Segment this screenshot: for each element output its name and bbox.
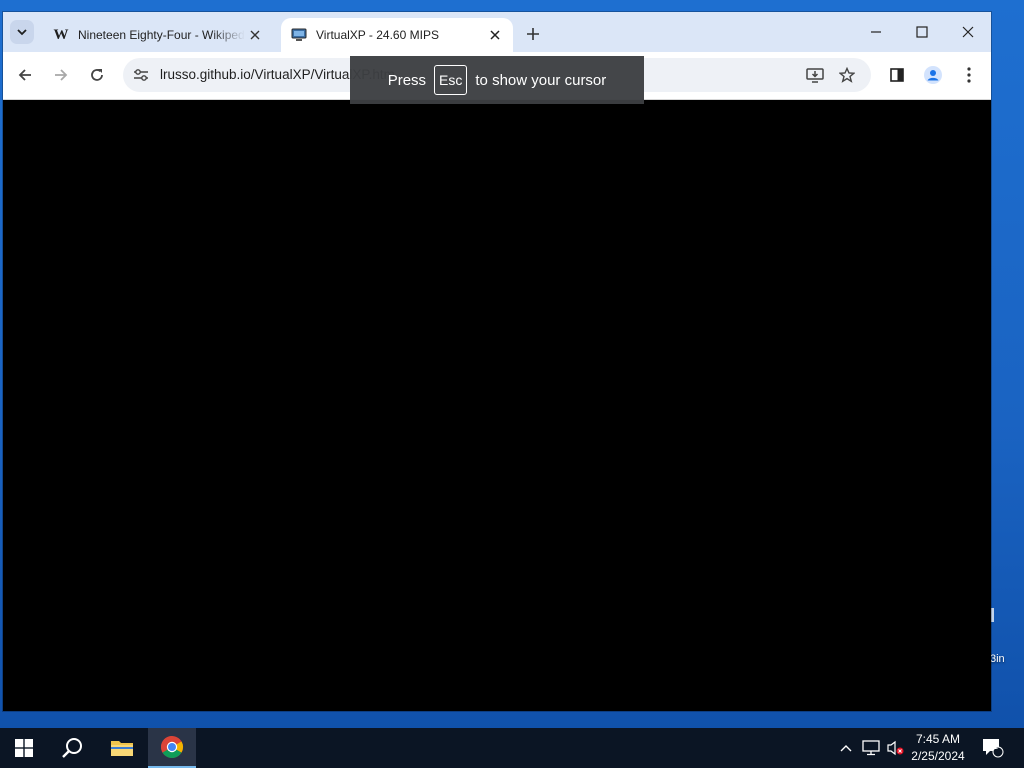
chevron-up-icon — [840, 745, 852, 752]
side-panel-button[interactable] — [883, 61, 911, 89]
show-hidden-icons-button[interactable] — [836, 728, 856, 768]
tab-search-button[interactable] — [10, 20, 34, 44]
arrow-right-icon — [55, 69, 68, 81]
file-explorer-button[interactable] — [98, 728, 146, 768]
kebab-menu-icon — [967, 67, 971, 83]
windows-start-icon — [15, 739, 33, 757]
reload-button[interactable] — [83, 61, 111, 89]
notification-count: 1 — [993, 741, 999, 751]
maximize-button[interactable] — [899, 12, 945, 52]
taskbar: 7:45 AM 2/25/2024 1 — [0, 728, 1024, 768]
arrow-left-icon — [18, 69, 31, 81]
tab-virtualxp[interactable]: VirtualXP - 24.60 MIPS — [281, 18, 513, 52]
side-panel-icon — [890, 68, 904, 82]
close-window-button[interactable] — [945, 12, 991, 52]
folder-icon — [111, 741, 133, 756]
esc-key-badge: Esc — [434, 65, 468, 95]
chrome-taskbar-button[interactable] — [148, 728, 196, 768]
network-button[interactable] — [860, 728, 882, 768]
tab-title: Nineteen Eighty-Four - Wikipedia — [78, 28, 245, 42]
minimize-button[interactable] — [853, 12, 899, 52]
tab-title: VirtualXP - 24.60 MIPS — [316, 28, 439, 42]
notice-suffix: to show your cursor — [475, 71, 607, 89]
maximize-icon — [916, 26, 928, 38]
new-tab-button[interactable] — [521, 22, 545, 46]
search-icon — [62, 738, 82, 758]
notice-prefix: Press — [387, 71, 427, 89]
clock-date: 2/25/2024 — [911, 749, 965, 763]
close-icon[interactable] — [245, 25, 265, 45]
recycle-bin-label[interactable]: 3in — [990, 653, 1005, 665]
close-icon[interactable] — [485, 25, 505, 45]
reload-icon — [91, 69, 103, 81]
plus-icon — [527, 28, 539, 40]
network-icon — [862, 740, 880, 756]
tab-wikipedia[interactable]: W Nineteen Eighty-Four - Wikipedia — [43, 18, 273, 52]
chevron-down-icon — [17, 29, 27, 36]
tab-strip: W Nineteen Eighty-Four - Wikipedia Virtu… — [3, 12, 991, 52]
site-info-icon[interactable] — [131, 65, 151, 85]
emulator-canvas[interactable] — [3, 100, 991, 711]
install-icon — [806, 68, 824, 83]
monitor-icon — [291, 27, 307, 43]
close-icon — [962, 26, 974, 38]
volume-muted-icon — [887, 740, 904, 756]
action-center-button[interactable]: 1 — [978, 728, 1008, 768]
bookmark-button[interactable] — [833, 61, 861, 89]
avatar-icon — [924, 66, 942, 84]
system-clock[interactable]: 7:45 AM 2/25/2024 — [906, 731, 970, 765]
start-button[interactable] — [0, 728, 48, 768]
wikipedia-icon: W — [53, 26, 69, 43]
clock-time: 7:45 AM — [915, 732, 961, 746]
chrome-icon — [161, 736, 183, 758]
install-app-button[interactable] — [801, 61, 829, 89]
star-icon — [839, 67, 855, 83]
fullscreen-exit-notice: Press Esc to show your cursor — [350, 56, 644, 104]
forward-button[interactable] — [47, 61, 75, 89]
profile-button[interactable] — [919, 61, 947, 89]
minimize-icon — [871, 31, 881, 33]
search-button[interactable] — [48, 728, 96, 768]
menu-button[interactable] — [955, 61, 983, 89]
back-button[interactable] — [11, 61, 39, 89]
volume-button[interactable] — [884, 728, 906, 768]
browser-window: W Nineteen Eighty-Four - Wikipedia Virtu… — [3, 12, 991, 711]
